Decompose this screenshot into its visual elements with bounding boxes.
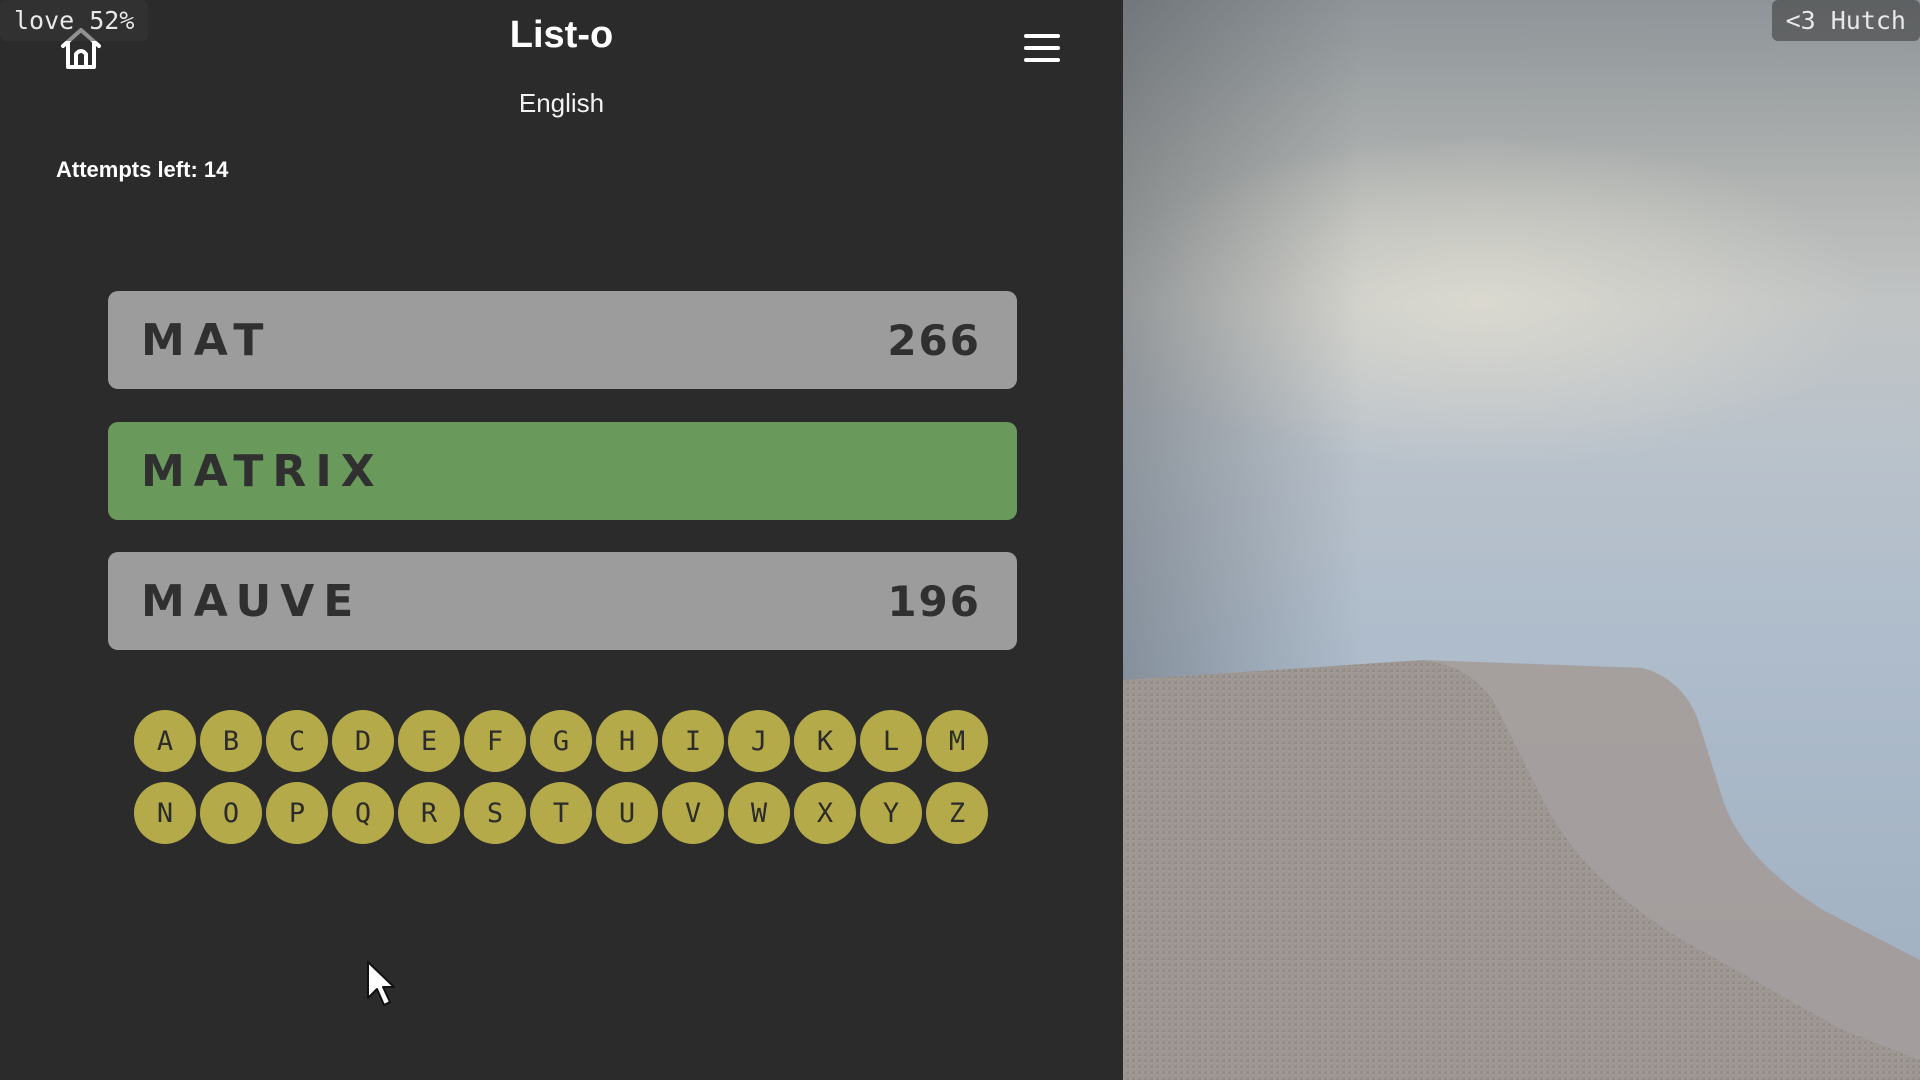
couch-shape xyxy=(1123,660,1920,1080)
stream-overlay-right: <3 Hutch xyxy=(1771,0,1920,41)
key-d[interactable]: D xyxy=(332,710,394,772)
language-label: English xyxy=(518,88,605,118)
key-l[interactable]: L xyxy=(860,710,922,772)
key-u[interactable]: U xyxy=(596,782,658,844)
key-i[interactable]: I xyxy=(662,710,724,772)
guess-row: MAUVE 196 xyxy=(108,552,1017,650)
guess-row-correct: MATRIX xyxy=(108,422,1017,520)
webcam-background xyxy=(1123,0,1920,1080)
key-v[interactable]: V xyxy=(662,782,724,844)
attempts-left: Attempts left: 14 xyxy=(56,157,229,182)
key-y[interactable]: Y xyxy=(860,782,922,844)
key-s[interactable]: S xyxy=(464,782,526,844)
app-title: List-o xyxy=(509,14,614,56)
key-w[interactable]: W xyxy=(728,782,790,844)
key-p[interactable]: P xyxy=(266,782,328,844)
guess-score: 196 xyxy=(887,576,981,626)
guess-row: MAT 266 xyxy=(108,291,1017,389)
guess-score: 266 xyxy=(887,315,981,365)
hamburger-menu-icon[interactable] xyxy=(1022,30,1062,66)
key-a[interactable]: A xyxy=(134,710,196,772)
letter-keyboard: A B C D E F G H I J K L M N O P Q R S T … xyxy=(134,710,988,844)
key-h[interactable]: H xyxy=(596,710,658,772)
key-f[interactable]: F xyxy=(464,710,526,772)
key-j[interactable]: J xyxy=(728,710,790,772)
guess-word: MAT xyxy=(141,314,273,366)
key-c[interactable]: C xyxy=(266,710,328,772)
key-r[interactable]: R xyxy=(398,782,460,844)
game-panel: List-o English Attempts left: 14 MAT 266… xyxy=(0,0,1123,1080)
guess-word: MATRIX xyxy=(141,445,384,497)
key-n[interactable]: N xyxy=(134,782,196,844)
key-q[interactable]: Q xyxy=(332,782,394,844)
stream-overlay-left: love 52% xyxy=(0,0,149,41)
key-m[interactable]: M xyxy=(926,710,988,772)
key-o[interactable]: O xyxy=(200,782,262,844)
key-b[interactable]: B xyxy=(200,710,262,772)
key-x[interactable]: X xyxy=(794,782,856,844)
mouse-pointer-icon xyxy=(367,961,395,1006)
key-z[interactable]: Z xyxy=(926,782,988,844)
key-t[interactable]: T xyxy=(530,782,592,844)
key-e[interactable]: E xyxy=(398,710,460,772)
key-g[interactable]: G xyxy=(530,710,592,772)
guess-word: MAUVE xyxy=(141,575,363,627)
key-k[interactable]: K xyxy=(794,710,856,772)
